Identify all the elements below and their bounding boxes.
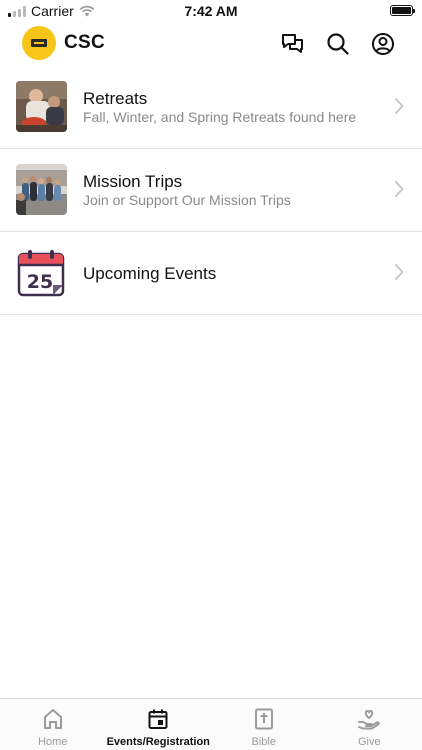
event-category-list: Retreats Fall, Winter, and Spring Retrea… xyxy=(0,66,422,315)
clock: 7:42 AM xyxy=(184,3,238,19)
chat-icon[interactable] xyxy=(280,31,306,57)
tab-label: Home xyxy=(38,736,68,748)
calendar-day-number: 25 xyxy=(27,271,53,293)
tab-bar: Home Events/Registration Bible Give xyxy=(0,698,422,750)
status-bar: Carrier 7:42 AM xyxy=(0,0,422,22)
list-item-title: Upcoming Events xyxy=(83,264,217,283)
tab-label: Events/Registration xyxy=(106,736,210,748)
app-logo[interactable] xyxy=(22,26,56,60)
calendar-icon xyxy=(148,709,168,729)
tab-give[interactable]: Give xyxy=(317,699,422,750)
list-item-title: Mission Trips xyxy=(83,172,183,191)
chevron-right-icon xyxy=(395,264,404,280)
search-icon[interactable] xyxy=(325,31,351,57)
tab-home[interactable]: Home xyxy=(0,699,106,750)
tab-label: Bible xyxy=(251,736,276,748)
calendar-icon: 25 xyxy=(17,249,65,297)
tab-events-registration[interactable]: Events/Registration xyxy=(106,699,212,750)
app-header: CSC xyxy=(0,22,422,66)
give-icon xyxy=(358,710,380,730)
tab-bible[interactable]: Bible xyxy=(211,699,317,750)
home-icon xyxy=(43,709,62,729)
list-item-mission-trips[interactable]: Mission Trips Join or Support Our Missio… xyxy=(0,149,422,232)
list-item-retreats[interactable]: Retreats Fall, Winter, and Spring Retrea… xyxy=(0,66,422,149)
list-item-subtitle: Join or Support Our Mission Trips xyxy=(83,192,291,208)
list-item-upcoming-events[interactable]: 25 Upcoming Events xyxy=(0,232,422,315)
bible-icon xyxy=(254,708,273,730)
tab-label: Give xyxy=(357,736,381,748)
battery-icon xyxy=(390,5,415,16)
account-icon[interactable] xyxy=(370,31,396,57)
list-item-subtitle: Fall, Winter, and Spring Retreats found … xyxy=(83,109,357,125)
mission-trips-photo xyxy=(16,164,67,215)
app-title: CSC xyxy=(64,32,106,53)
chevron-right-icon xyxy=(395,181,404,197)
list-item-title: Retreats xyxy=(83,89,148,108)
retreats-photo xyxy=(16,81,67,132)
chevron-right-icon xyxy=(395,98,404,114)
